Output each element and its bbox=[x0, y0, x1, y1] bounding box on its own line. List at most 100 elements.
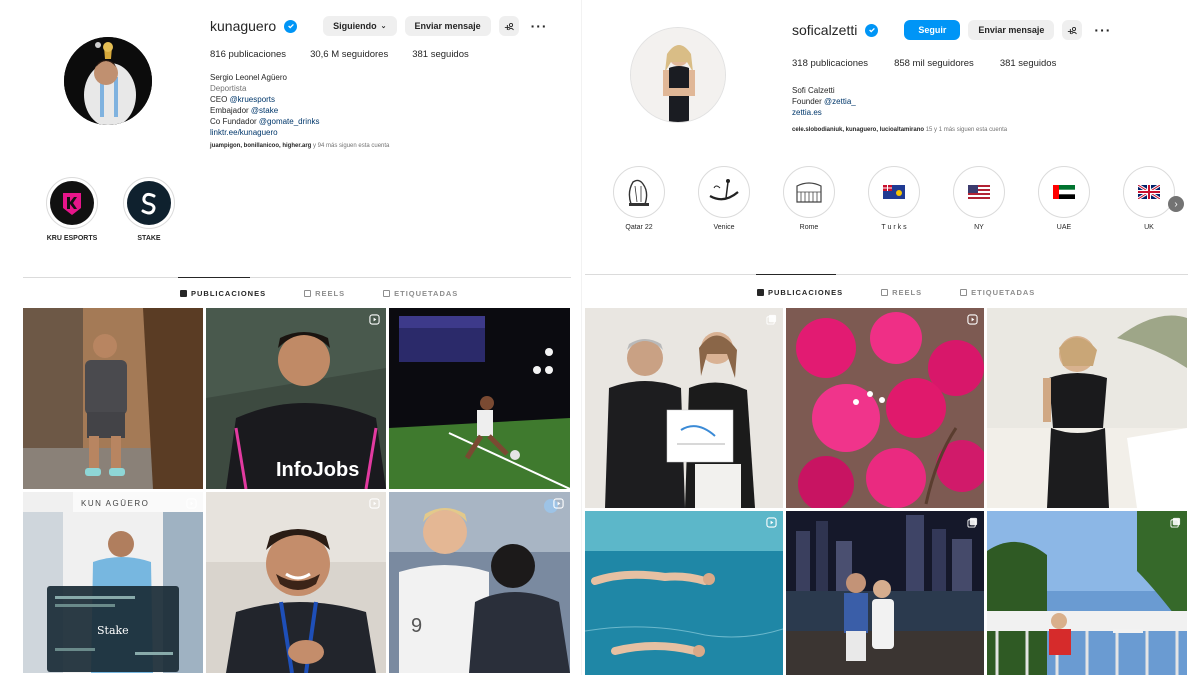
highlight-ny[interactable]: NY bbox=[953, 166, 1005, 231]
wall-text: KUN AGÜERO bbox=[81, 499, 149, 508]
mention-link[interactable]: @gomate_drinks bbox=[259, 117, 320, 126]
mention-link[interactable]: @kruesports bbox=[230, 95, 275, 104]
reel-badge-icon bbox=[967, 314, 978, 325]
following-count[interactable]: 381 seguidos bbox=[1000, 58, 1057, 69]
bio-line: Embajador @stake bbox=[210, 105, 320, 116]
post-thumbnail[interactable] bbox=[389, 308, 570, 489]
following-button[interactable]: Siguiendo ⌄ bbox=[323, 16, 397, 36]
tag-icon bbox=[383, 290, 391, 297]
bio-text: Founder bbox=[792, 97, 825, 106]
followed-by[interactable]: juampigon, bonillanicoo, higher.arg y 94… bbox=[210, 143, 389, 149]
tab-label: ETIQUETADAS bbox=[394, 289, 459, 298]
uae-flag-icon bbox=[1042, 170, 1086, 214]
mention-link[interactable]: @stake bbox=[251, 106, 278, 115]
tab-tagged[interactable]: ETIQUETADAS bbox=[383, 289, 458, 298]
highlight-label: KRU ESPORTS bbox=[46, 235, 98, 242]
verified-badge-icon bbox=[865, 23, 879, 37]
highlight-label: UAE bbox=[1056, 224, 1072, 231]
verified-badge-icon bbox=[284, 19, 298, 33]
followed-by-names: cele.slobodianiuk, kunaguero, lucioaltam… bbox=[792, 127, 925, 133]
post-thumbnail[interactable] bbox=[786, 511, 984, 675]
tab-reels[interactable]: REELS bbox=[881, 288, 922, 297]
tab-tagged[interactable]: ETIQUETADAS bbox=[960, 288, 1035, 297]
website-link[interactable]: linktr.ee/kunaguero bbox=[210, 127, 320, 138]
post-thumbnail[interactable] bbox=[206, 492, 386, 673]
following-count[interactable]: 381 seguidos bbox=[412, 49, 469, 60]
followers-count[interactable]: 858 mil seguidores bbox=[894, 58, 974, 69]
send-message-button[interactable]: Enviar mensaje bbox=[968, 20, 1055, 40]
profile-avatar[interactable] bbox=[64, 37, 152, 125]
tab-posts[interactable]: PUBLICACIONES bbox=[180, 289, 266, 298]
post-thumbnail[interactable]: InfoJobs bbox=[206, 308, 386, 489]
send-message-button[interactable]: Enviar mensaje bbox=[404, 16, 491, 36]
mention-link[interactable]: @zettia_ bbox=[824, 97, 856, 106]
chevron-right-icon[interactable]: › bbox=[1168, 196, 1184, 212]
more-options-icon[interactable]: ··· bbox=[1090, 22, 1115, 38]
profile-bio: Sergio Leonel Agüero Deportista CEO @kru… bbox=[210, 72, 320, 138]
profile-bio: Sofi Calzetti Founder @zettia_ zettia.es bbox=[792, 85, 856, 118]
tab-label: ETIQUETADAS bbox=[971, 288, 1036, 297]
reel-badge-icon bbox=[186, 498, 197, 509]
post-thumbnail[interactable] bbox=[987, 308, 1187, 508]
posts-grid bbox=[585, 308, 1187, 675]
highlight-uae[interactable]: UAE bbox=[1038, 166, 1090, 231]
turks-flag-icon bbox=[872, 170, 916, 214]
reel-badge-icon bbox=[766, 517, 777, 528]
active-tab-indicator bbox=[178, 277, 250, 278]
bio-text: Embajador bbox=[210, 106, 251, 115]
tab-posts[interactable]: PUBLICACIONES bbox=[757, 288, 843, 297]
svg-text:9: 9 bbox=[411, 615, 422, 637]
posts-grid: InfoJobs KUN AGÜERO Stake 9 bbox=[23, 308, 570, 673]
highlight-venice[interactable]: Venice bbox=[698, 166, 750, 231]
tab-label: REELS bbox=[315, 289, 346, 298]
grid-icon bbox=[757, 289, 764, 296]
follow-button[interactable]: Seguir bbox=[904, 20, 961, 40]
following-button-label: Siguiendo bbox=[333, 21, 377, 31]
profile-tabs: PUBLICACIONES REELS ETIQUETADAS bbox=[180, 289, 458, 298]
post-thumbnail[interactable] bbox=[585, 511, 783, 675]
followers-count[interactable]: 30,6 M seguidores bbox=[310, 49, 388, 60]
post-thumbnail[interactable]: 9 bbox=[389, 492, 570, 673]
tabs-divider bbox=[585, 274, 1188, 275]
sponsor-text: InfoJobs bbox=[276, 459, 359, 481]
username: soficalzetti bbox=[792, 22, 858, 38]
profile-panel-kunaguero: kunaguero Siguiendo ⌄ Enviar mensaje + ·… bbox=[0, 0, 582, 675]
bio-line: Co Fundador @gomate_drinks bbox=[210, 116, 320, 127]
profile-stats: 816 publicaciones 30,6 M seguidores 381 … bbox=[210, 49, 469, 60]
us-flag-icon bbox=[957, 170, 1001, 214]
post-thumbnail[interactable] bbox=[585, 308, 783, 508]
highlight-label: Rome bbox=[799, 224, 819, 231]
category: Deportista bbox=[210, 84, 247, 93]
tab-label: PUBLICACIONES bbox=[191, 289, 267, 298]
bio-line: CEO @kruesports bbox=[210, 94, 320, 105]
more-options-icon[interactable]: ··· bbox=[527, 18, 552, 34]
post-thumbnail[interactable] bbox=[987, 511, 1187, 675]
highlight-stake[interactable]: STAKE bbox=[123, 177, 175, 242]
posts-count: 816 publicaciones bbox=[210, 49, 287, 60]
colosseum-sketch-icon bbox=[787, 170, 831, 214]
add-person-icon[interactable]: + bbox=[498, 16, 519, 36]
posts-count: 318 publicaciones bbox=[792, 58, 869, 69]
profile-stats: 318 publicaciones 858 mil seguidores 381… bbox=[792, 58, 1056, 69]
post-thumbnail[interactable]: KUN AGÜERO Stake bbox=[23, 492, 203, 673]
add-person-icon[interactable]: + bbox=[1062, 20, 1083, 40]
highlight-qatar[interactable]: Qatar 22 bbox=[613, 166, 665, 231]
highlight-turks[interactable]: T u r k s bbox=[868, 166, 920, 231]
followed-by[interactable]: cele.slobodianiuk, kunaguero, lucioaltam… bbox=[792, 127, 1007, 133]
highlight-rome[interactable]: Rome bbox=[783, 166, 835, 231]
website-link[interactable]: zettia.es bbox=[792, 107, 856, 118]
reels-icon bbox=[304, 290, 312, 297]
post-thumbnail[interactable] bbox=[23, 308, 203, 489]
tab-label: REELS bbox=[892, 288, 923, 297]
bio-text: CEO bbox=[210, 95, 230, 104]
bio-line: Founder @zettia_ bbox=[792, 96, 856, 107]
profile-avatar[interactable] bbox=[630, 27, 726, 123]
username: kunaguero bbox=[210, 18, 277, 34]
post-thumbnail[interactable] bbox=[786, 308, 984, 508]
tab-reels[interactable]: REELS bbox=[304, 289, 345, 298]
highlight-label: UK bbox=[1144, 224, 1154, 231]
reel-badge-icon bbox=[369, 314, 380, 325]
highlight-kru-esports[interactable]: KRU ESPORTS bbox=[46, 177, 98, 242]
highlight-uk[interactable]: UK bbox=[1123, 166, 1175, 231]
carousel-badge-icon bbox=[766, 314, 777, 325]
